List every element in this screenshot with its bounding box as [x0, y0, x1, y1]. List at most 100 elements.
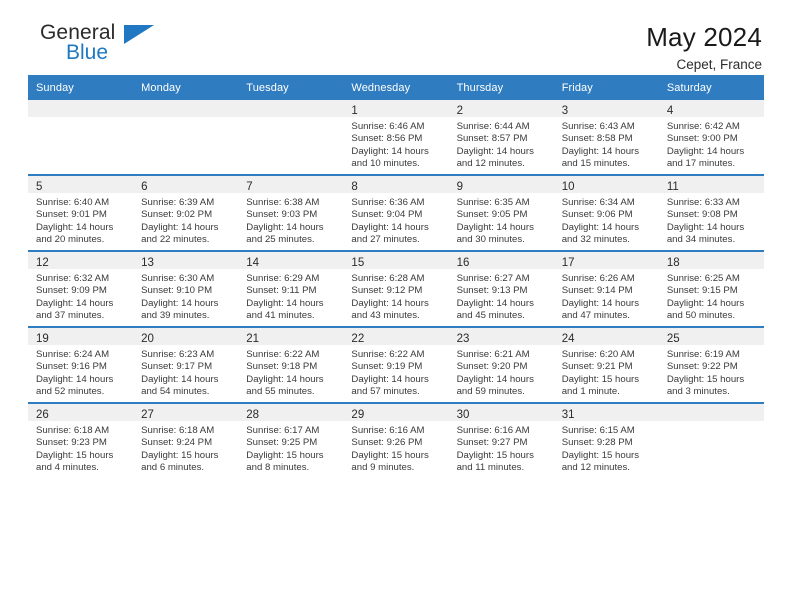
day-number: 3	[561, 105, 569, 117]
calendar-day-cell[interactable]: 29 Sunrise: 6:16 AM Sunset: 9:26 PM Dayligh…	[343, 402, 449, 478]
day-number: 13	[141, 257, 154, 269]
calendar-day-cell[interactable]: 10 Sunrise: 6:34 AM Sunset: 9:06 PM Dayligh…	[553, 174, 659, 251]
daylight-text-line2: and 30 minutes.	[456, 234, 525, 246]
calendar-day-cell[interactable]: 2 Sunrise: 6:44 AM Sunset: 8:57 PM Daylight…	[448, 100, 554, 175]
sunrise-text: Sunrise: 6:26 AM	[561, 273, 635, 284]
calendar-day-cell[interactable]: 16 Sunrise: 6:27 AM Sunset: 9:13 PM Dayligh…	[448, 250, 554, 327]
daylight-text-line2: and 52 minutes.	[36, 386, 105, 398]
daylight-text-line2: and 34 minutes.	[666, 234, 736, 246]
day-number: 29	[351, 409, 365, 421]
daylight-text-line1: Daylight: 14 hours	[456, 145, 534, 157]
sunrise-text: Sunrise: 6:30 AM	[141, 273, 215, 284]
calendar-day-cell[interactable]: 6 Sunrise: 6:39 AM Sunset: 9:02 PM Daylight…	[133, 174, 239, 251]
daylight-text-line2: and 39 minutes.	[141, 310, 210, 322]
sunrise-text: Sunrise: 6:46 AM	[351, 121, 425, 132]
calendar-day-cell[interactable]: 13 Sunrise: 6:30 AM Sunset: 9:10 PM Dayligh…	[133, 250, 239, 327]
daylight-text-line1: Daylight: 14 hours	[561, 297, 640, 309]
calendar-day-cell[interactable]: 8 Sunrise: 6:36 AM Sunset: 9:04 PM Daylight…	[343, 174, 449, 251]
daylight-text-line2: and 50 minutes.	[666, 310, 736, 322]
calendar-day-cell[interactable]: 20 Sunrise: 6:23 AM Sunset: 9:17 PM Dayligh…	[133, 326, 239, 403]
calendar-day-cell[interactable]: 3 Sunrise: 6:43 AM Sunset: 8:58 PM Daylight…	[553, 100, 659, 175]
sunset-text: Sunset: 9:09 PM	[36, 285, 107, 297]
day-number: 27	[141, 409, 154, 421]
day-number-strip: 20	[133, 328, 239, 345]
calendar-day-cell[interactable]: 22 Sunrise: 6:22 AM Sunset: 9:19 PM Dayligh…	[343, 326, 449, 403]
sunrise-text: Sunrise: 6:27 AM	[456, 273, 530, 284]
calendar-day-cell[interactable]: 14 Sunrise: 6:29 AM Sunset: 9:11 PM Dayligh…	[238, 250, 344, 327]
day-number-strip	[238, 100, 344, 117]
day-number-strip: 22	[343, 328, 449, 345]
calendar-day-cell[interactable]: 15 Sunrise: 6:28 AM Sunset: 9:12 PM Dayligh…	[343, 250, 449, 327]
calendar-day-cell[interactable]: 24 Sunrise: 6:20 AM Sunset: 9:21 PM Dayligh…	[553, 326, 659, 403]
sunset-text: Sunset: 9:12 PM	[351, 285, 423, 297]
sunset-text: Sunset: 8:57 PM	[456, 133, 528, 145]
sunset-text: Sunset: 9:03 PM	[246, 209, 318, 221]
day-number: 19	[36, 333, 49, 345]
day-number: 26	[36, 409, 49, 421]
day-details: Sunrise: 6:25 AM Sunset: 9:15 PM Daylight:…	[659, 269, 764, 323]
sunset-text: Sunset: 9:16 PM	[36, 361, 107, 373]
calendar-day-cell[interactable]: 25 Sunrise: 6:19 AM Sunset: 9:22 PM Dayligh…	[658, 326, 764, 403]
calendar-day-cell[interactable]: 1 Sunrise: 6:46 AM Sunset: 8:56 PM Daylight…	[343, 100, 449, 175]
calendar-day-cell[interactable]: 21 Sunrise: 6:22 AM Sunset: 9:18 PM Dayligh…	[238, 326, 344, 403]
calendar-day-cell[interactable]: 12 Sunrise: 6:32 AM Sunset: 9:09 PM Dayligh…	[28, 250, 134, 327]
day-details: Sunrise: 6:28 AM Sunset: 9:12 PM Daylight:…	[343, 269, 448, 323]
sunrise-text: Sunrise: 6:18 AM	[36, 425, 110, 436]
day-number: 12	[36, 257, 49, 269]
weekday-header-monday: Monday	[133, 75, 239, 100]
day-details: Sunrise: 6:33 AM Sunset: 9:08 PM Daylight:…	[659, 193, 764, 247]
sunrise-text: Sunrise: 6:17 AM	[246, 425, 320, 436]
daylight-text-line2: and 10 minutes.	[351, 158, 420, 170]
calendar-day-cell[interactable]: 4 Sunrise: 6:42 AM Sunset: 9:00 PM Daylight…	[658, 100, 764, 175]
day-number: 31	[561, 409, 575, 421]
brand-name-bottom: Blue	[66, 41, 109, 64]
day-details: Sunrise: 6:18 AM Sunset: 9:24 PM Daylight:…	[133, 421, 238, 475]
calendar-body: 1 Sunrise: 6:46 AM Sunset: 8:56 PM Daylight…	[28, 100, 764, 478]
calendar-day-cell[interactable]: 5 Sunrise: 6:40 AM Sunset: 9:01 PM Daylight…	[28, 174, 134, 251]
day-number-strip: 3	[553, 100, 659, 117]
daylight-text-line1: Daylight: 14 hours	[141, 373, 219, 385]
day-number: 14	[246, 257, 260, 269]
calendar-day-cell[interactable]: 31 Sunrise: 6:15 AM Sunset: 9:28 PM Dayligh…	[553, 402, 659, 478]
calendar-week-row: 12 Sunrise: 6:32 AM Sunset: 9:09 PM Dayligh…	[28, 250, 764, 327]
calendar-day-cell[interactable]: 26 Sunrise: 6:18 AM Sunset: 9:23 PM Dayligh…	[28, 402, 134, 478]
daylight-text-line1: Daylight: 14 hours	[666, 145, 745, 157]
calendar-day-cell[interactable]: 18 Sunrise: 6:25 AM Sunset: 9:15 PM Dayligh…	[658, 250, 764, 327]
daylight-text-line2: and 47 minutes.	[561, 310, 630, 322]
day-number: 20	[141, 333, 154, 345]
day-details: Sunrise: 6:22 AM Sunset: 9:18 PM Daylight:…	[238, 345, 343, 399]
sunset-text: Sunset: 9:22 PM	[666, 361, 738, 373]
sunset-text: Sunset: 9:19 PM	[351, 361, 423, 373]
day-number: 4	[666, 105, 674, 117]
daylight-text-line1: Daylight: 15 hours	[666, 373, 745, 385]
day-details: Sunrise: 6:35 AM Sunset: 9:05 PM Daylight:…	[449, 193, 554, 247]
day-details: Sunrise: 6:17 AM Sunset: 9:25 PM Daylight:…	[238, 421, 343, 475]
calendar-day-cell[interactable]: 11 Sunrise: 6:33 AM Sunset: 9:08 PM Dayligh…	[658, 174, 764, 251]
calendar-day-cell[interactable]: 30 Sunrise: 6:16 AM Sunset: 9:27 PM Dayligh…	[448, 402, 554, 478]
calendar-day-cell[interactable]: 19 Sunrise: 6:24 AM Sunset: 9:16 PM Dayligh…	[28, 326, 134, 403]
daylight-text-line2: and 15 minutes.	[561, 158, 630, 170]
day-details: Sunrise: 6:21 AM Sunset: 9:20 PM Daylight:…	[449, 345, 554, 399]
sunrise-text: Sunrise: 6:16 AM	[456, 425, 530, 436]
calendar-day-cell[interactable]: 7 Sunrise: 6:38 AM Sunset: 9:03 PM Daylight…	[238, 174, 344, 251]
day-details: Sunrise: 6:29 AM Sunset: 9:11 PM Daylight:…	[238, 269, 343, 323]
daylight-text-line2: and 32 minutes.	[561, 234, 630, 246]
daylight-text-line2: and 11 minutes.	[456, 462, 525, 474]
calendar-day-cell[interactable]: 23 Sunrise: 6:21 AM Sunset: 9:20 PM Dayligh…	[448, 326, 554, 403]
day-number: 7	[246, 181, 253, 193]
sunrise-text: Sunrise: 6:23 AM	[141, 349, 215, 360]
day-number: 23	[456, 333, 470, 345]
calendar-day-cell[interactable]: 9 Sunrise: 6:35 AM Sunset: 9:05 PM Daylight…	[448, 174, 554, 251]
day-number-strip	[658, 404, 764, 421]
day-details: Sunrise: 6:44 AM Sunset: 8:57 PM Daylight:…	[449, 117, 554, 171]
sunrise-text: Sunrise: 6:34 AM	[561, 197, 635, 208]
calendar-day-cell[interactable]: 28 Sunrise: 6:17 AM Sunset: 9:25 PM Dayligh…	[238, 402, 344, 478]
daylight-text-line2: and 37 minutes.	[36, 310, 105, 322]
daylight-text-line1: Daylight: 14 hours	[141, 297, 219, 309]
day-details: Sunrise: 6:16 AM Sunset: 9:26 PM Daylight:…	[343, 421, 448, 475]
sunset-text: Sunset: 9:17 PM	[141, 361, 213, 373]
sunset-text: Sunset: 9:24 PM	[141, 437, 213, 449]
day-number-strip: 7	[238, 176, 344, 193]
calendar-day-cell[interactable]: 17 Sunrise: 6:26 AM Sunset: 9:14 PM Dayligh…	[553, 250, 659, 327]
calendar-day-cell[interactable]: 27 Sunrise: 6:18 AM Sunset: 9:24 PM Dayligh…	[133, 402, 239, 478]
